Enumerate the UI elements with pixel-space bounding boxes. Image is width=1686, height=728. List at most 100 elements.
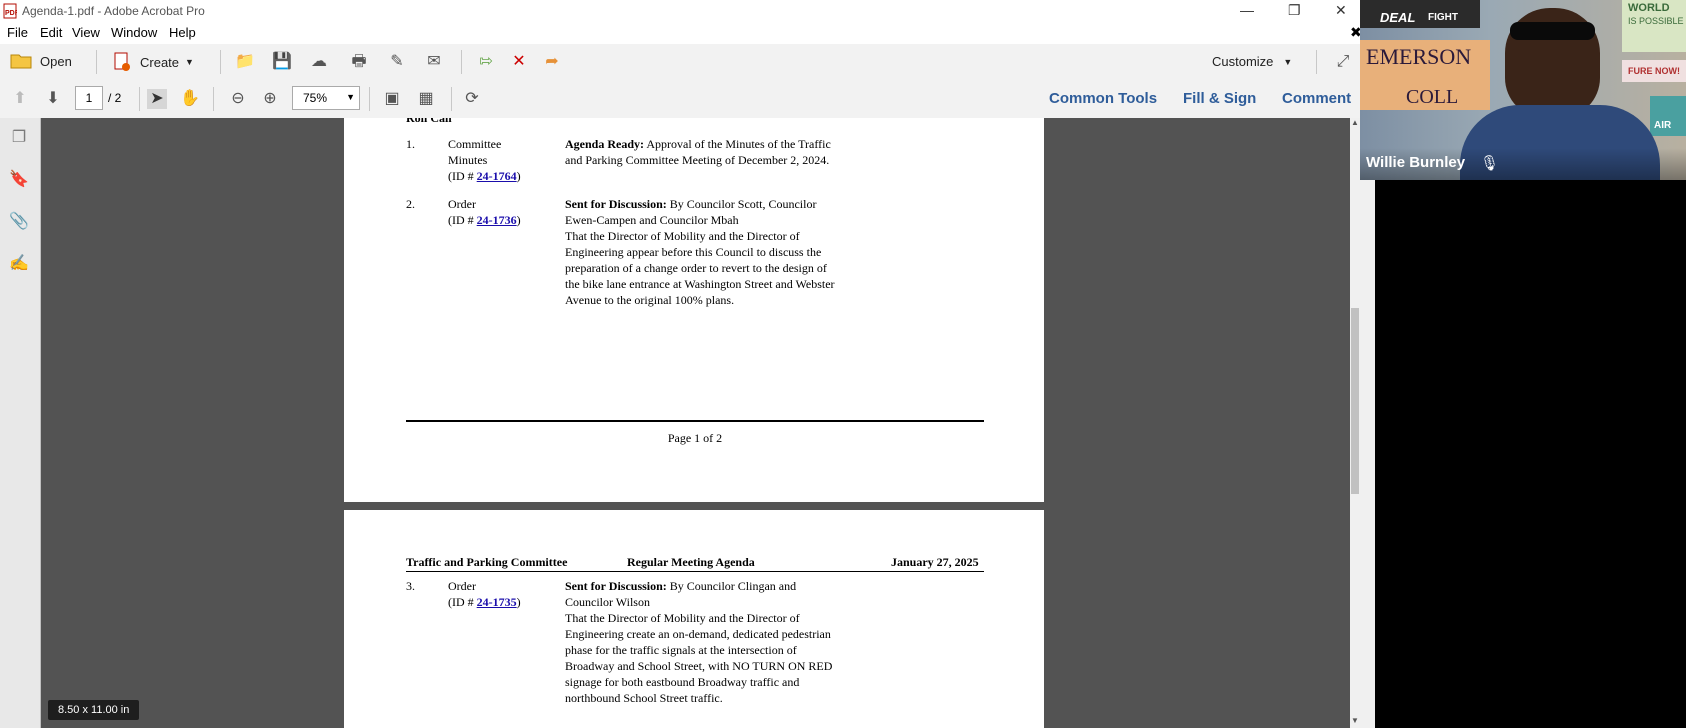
desc-line: Engineering appear before this Council t…: [565, 245, 822, 259]
item-type-2: Minutes: [448, 153, 488, 167]
tab-common-tools[interactable]: Common Tools: [1049, 90, 1157, 107]
document-viewer[interactable]: Roll Call 1. Committee Minutes (ID # 24-…: [41, 118, 1350, 728]
folder-open-icon: [10, 54, 32, 69]
save-icon[interactable]: 💾: [272, 52, 292, 72]
zoom-select[interactable]: 75% ▼: [292, 86, 360, 110]
menu-window[interactable]: Window: [111, 25, 157, 40]
item-id-link[interactable]: 24-1736: [477, 213, 517, 227]
window-title: Agenda-1.pdf - Adobe Acrobat Pro: [22, 4, 205, 18]
open-label: Open: [40, 53, 72, 69]
menu-edit[interactable]: Edit: [40, 25, 62, 40]
navigation-toolbar: ⬆ ⬇ 1 / 2 ➤ ✋ ⊖ ⊕ 75% ▼ ▣ ▦ ⟳ Common Too…: [0, 80, 1360, 119]
edit-document-icon[interactable]: ✎: [387, 52, 407, 72]
item-description: Sent for Discussion: By Councilor Clinga…: [565, 578, 796, 594]
item-status: Sent for Discussion:: [565, 579, 667, 593]
fit-page-icon[interactable]: ▣: [382, 89, 402, 109]
desc-line: Avenue to the original 100% plans.: [565, 293, 735, 307]
desc-line: That the Director of Mobility and the Di…: [565, 611, 800, 625]
page-number-input[interactable]: 1: [75, 86, 103, 110]
hand-tool-icon[interactable]: ✋: [180, 89, 200, 109]
menu-file[interactable]: File: [7, 25, 28, 40]
menu-help[interactable]: Help: [169, 25, 196, 40]
signatures-icon[interactable]: ✍: [9, 254, 29, 274]
item-status: Agenda Ready:: [565, 137, 645, 151]
rotate-icon[interactable]: ⟳: [462, 89, 482, 109]
vertical-scrollbar[interactable]: ▲ ▼: [1350, 118, 1360, 728]
item-id-link[interactable]: 24-1735: [477, 595, 517, 609]
desc-line: Approval of the Minutes of the Traffic: [644, 137, 831, 151]
poster-sticker: FIGHT: [1428, 12, 1458, 23]
open-button[interactable]: Open: [10, 52, 72, 70]
participant-video-tile[interactable]: DEAL FIGHT EMERSON COLL WORLD IS POSSIBL…: [1360, 0, 1686, 180]
item-id: (ID # 24-1736): [448, 212, 521, 228]
expand-icon[interactable]: ⤢: [1333, 52, 1353, 72]
desc-line: phase for the traffic signals at the int…: [565, 643, 797, 657]
restore-icon[interactable]: ❐: [1288, 2, 1301, 19]
next-page-icon[interactable]: ⬇: [43, 89, 63, 109]
toolbar-divider: [220, 50, 221, 74]
create-label: Create: [140, 54, 180, 70]
export-icon[interactable]: ⇰: [476, 52, 496, 72]
desc-line: the bike lane entrance at Washington Str…: [565, 277, 835, 291]
scrollbar-thumb[interactable]: [1351, 308, 1359, 494]
header-committee: Traffic and Parking Committee: [406, 555, 568, 569]
create-pdf-icon: [114, 52, 130, 71]
zoom-out-icon[interactable]: ⊖: [228, 89, 248, 109]
poster-sticker: IS POSSIBLE: [1628, 16, 1684, 26]
minimize-icon[interactable]: —: [1240, 2, 1254, 18]
menu-view[interactable]: View: [72, 25, 100, 40]
toolbar-divider: [139, 87, 140, 111]
open-folder-green-icon[interactable]: 📁: [235, 52, 255, 72]
pennant-text: COLL: [1406, 86, 1459, 108]
item-number: 3.: [406, 579, 415, 593]
cloud-upload-icon[interactable]: ☁: [309, 52, 329, 72]
email-icon[interactable]: ✉: [424, 52, 444, 72]
video-panel-background: [1375, 180, 1686, 728]
poster-future: FURE NOW!: [1622, 60, 1686, 82]
window-edge: [1360, 180, 1375, 728]
pages-panel-icon[interactable]: ❐: [9, 128, 29, 148]
zoom-in-icon[interactable]: ⊕: [260, 89, 280, 109]
fit-width-icon[interactable]: ▦: [416, 89, 436, 109]
pdf-page-2: Traffic and Parking Committee Regular Me…: [344, 510, 1044, 728]
scroll-up-icon[interactable]: ▲: [1350, 118, 1360, 127]
id-prefix: (ID #: [448, 595, 477, 609]
item-id-link[interactable]: 24-1764: [477, 169, 517, 183]
scroll-down-icon[interactable]: ▼: [1350, 716, 1360, 725]
id-prefix: (ID #: [448, 169, 477, 183]
tab-comment[interactable]: Comment: [1282, 90, 1351, 107]
create-button[interactable]: Create ▼: [112, 52, 194, 72]
svg-text:PDF: PDF: [5, 10, 17, 17]
toolbar-divider: [461, 50, 462, 74]
desc-line: That the Director of Mobility and the Di…: [565, 229, 800, 243]
pdf-page-1: Roll Call 1. Committee Minutes (ID # 24-…: [344, 118, 1044, 502]
bookmarks-icon[interactable]: 🔖: [9, 170, 29, 190]
id-suffix: ): [516, 169, 521, 183]
toolbar-divider: [96, 50, 97, 74]
toolbar-divider: [451, 87, 452, 111]
microphone-muted-icon: 🎙: [1480, 155, 1500, 172]
zoom-value: 75%: [303, 91, 328, 105]
poster-strip: DEAL FIGHT: [1360, 0, 1480, 28]
delete-icon[interactable]: ✕: [509, 52, 529, 72]
desc-line: preparation of a change order to revert …: [565, 261, 827, 275]
chevron-down-icon: ▼: [346, 92, 355, 102]
roll-call-heading: Roll Call: [406, 118, 452, 125]
poster-sticker: DEAL: [1380, 10, 1416, 25]
item-type: Order: [448, 579, 476, 593]
poster-world: WORLD IS POSSIBLE: [1622, 0, 1686, 52]
select-tool-icon[interactable]: ➤: [147, 89, 167, 109]
close-window-icon[interactable]: ✕: [1335, 2, 1347, 19]
attachments-icon[interactable]: 📎: [9, 212, 29, 232]
print-icon[interactable]: 🖶: [349, 52, 369, 72]
share-icon[interactable]: ➦: [542, 52, 562, 72]
customize-button[interactable]: Customize ▼: [1212, 54, 1292, 69]
desc-line: northbound School Street traffic.: [565, 691, 723, 705]
footer-rule: [406, 420, 984, 422]
toolbar-divider: [213, 87, 214, 111]
poster-air: AIR: [1650, 96, 1686, 136]
item-description: Agenda Ready: Approval of the Minutes of…: [565, 136, 831, 152]
tab-fill-sign[interactable]: Fill & Sign: [1183, 90, 1256, 107]
menu-bar: File Edit View Window Help ✖: [0, 22, 1362, 44]
previous-page-icon[interactable]: ⬆: [10, 89, 30, 109]
